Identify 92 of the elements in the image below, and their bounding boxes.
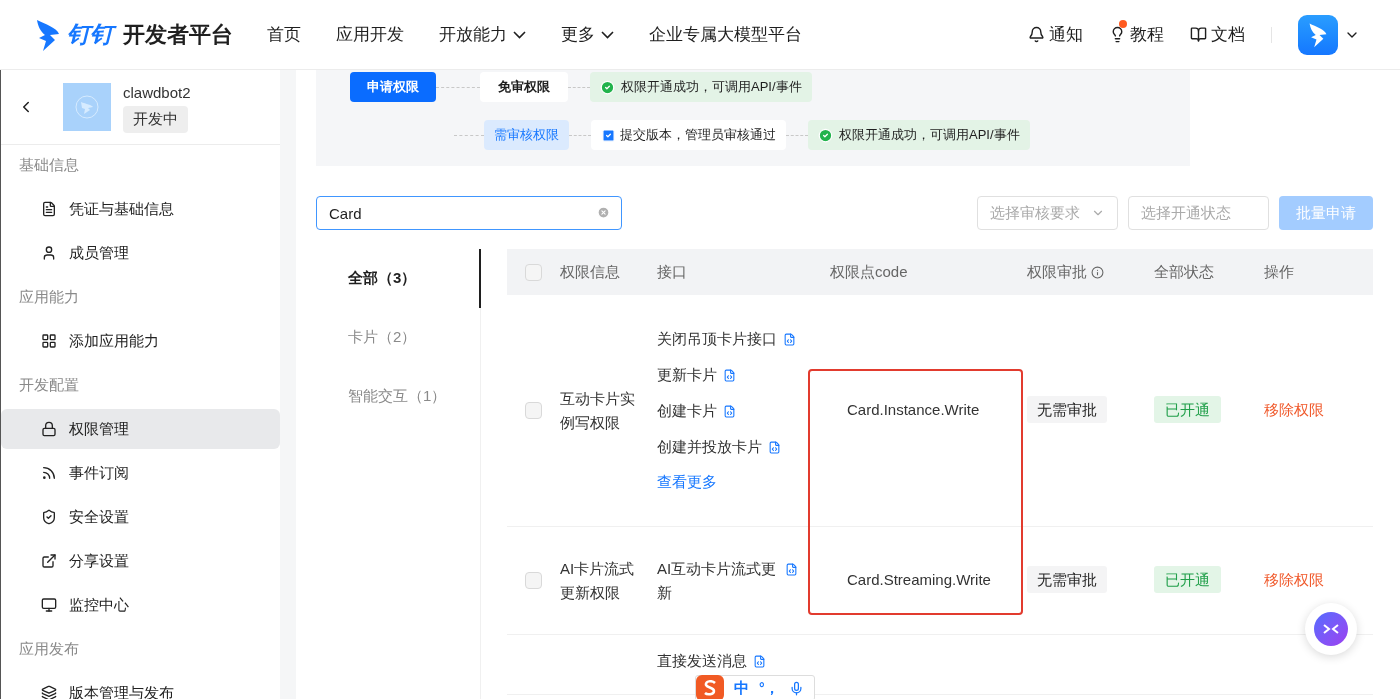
layers-icon bbox=[41, 685, 57, 699]
status-tag: 开发中 bbox=[123, 106, 188, 133]
status-tag: 已开通 bbox=[1154, 566, 1221, 594]
monitor-icon bbox=[41, 597, 57, 613]
table-cell: Card.Instance.Write bbox=[847, 401, 980, 419]
table-cell: Card.Streaming.Write bbox=[847, 571, 991, 589]
avatar bbox=[1298, 14, 1338, 55]
document-icon[interactable] bbox=[783, 333, 796, 347]
check-circle-icon bbox=[818, 127, 833, 143]
platform-title: 开发者平台 bbox=[123, 21, 233, 49]
sidebar-item[interactable]: 凭证与基础信息 bbox=[1, 189, 280, 229]
toolbar-link[interactable]: 教程 bbox=[1109, 21, 1164, 48]
api-link[interactable]: 创建卡片 bbox=[657, 399, 717, 424]
flow-step: 需审核权限 bbox=[484, 120, 569, 150]
rss-icon bbox=[41, 465, 57, 481]
sidebar-item[interactable]: 版本管理与发布 bbox=[1, 673, 280, 699]
api-link[interactable]: 关闭吊顶卡片接口 bbox=[657, 327, 777, 352]
bell-icon bbox=[1028, 26, 1045, 43]
sidebar-item[interactable]: 成员管理 bbox=[1, 233, 280, 273]
shield-icon bbox=[41, 509, 57, 525]
checklist-icon bbox=[601, 127, 616, 143]
document-icon[interactable] bbox=[785, 562, 798, 576]
clear-icon[interactable] bbox=[597, 206, 610, 219]
status-tag: 已开通 bbox=[1154, 396, 1221, 424]
user-icon bbox=[41, 245, 57, 261]
nav-link[interactable]: 应用开发 bbox=[336, 21, 404, 48]
app-icon bbox=[63, 83, 111, 131]
api-link[interactable]: AI互动卡片流式更新 bbox=[657, 556, 779, 605]
section-title: 应用发布 bbox=[18, 639, 80, 659]
sidebar-item[interactable]: 安全设置 bbox=[1, 497, 280, 537]
nav-link[interactable]: 开放能力 bbox=[439, 21, 526, 48]
apply-step: 申请权限 bbox=[350, 72, 436, 102]
sidebar-item[interactable]: 分享设置 bbox=[1, 541, 280, 581]
section-title: 应用能力 bbox=[18, 287, 80, 307]
check-circle-icon bbox=[600, 79, 615, 95]
checkbox[interactable] bbox=[525, 572, 542, 589]
success-step: 权限开通成功，可调用API/事件 bbox=[590, 72, 812, 102]
share-icon bbox=[41, 553, 57, 569]
section-title: 开发配置 bbox=[18, 375, 80, 395]
column-header: 权限信息 bbox=[560, 261, 620, 282]
sidebar-item[interactable]: 监控中心 bbox=[1, 585, 280, 625]
column-header: 权限点code bbox=[830, 261, 908, 282]
lock-icon bbox=[41, 421, 57, 437]
remove-permission-link[interactable]: 移除权限 bbox=[1264, 401, 1324, 419]
category-tab[interactable]: 智能交互（1） bbox=[316, 367, 480, 426]
assistant-button[interactable] bbox=[1305, 603, 1357, 655]
column-header: 接口 bbox=[657, 261, 687, 282]
see-more-link[interactable]: 查看更多 bbox=[657, 471, 826, 494]
api-link[interactable]: 直接发送消息 bbox=[657, 649, 747, 673]
nav-link[interactable]: 首页 bbox=[267, 21, 301, 48]
sidebar-item[interactable]: 权限管理 bbox=[1, 409, 280, 449]
checkbox[interactable] bbox=[525, 402, 542, 419]
table-cell: 互动卡片实例写权限 bbox=[560, 389, 635, 431]
grid-icon bbox=[41, 333, 57, 349]
api-link[interactable]: 创建并投放卡片 bbox=[657, 435, 762, 460]
sidebar-item[interactable]: 添加应用能力 bbox=[1, 321, 280, 361]
checkbox[interactable] bbox=[525, 263, 542, 281]
ime-punctuation[interactable]: °， bbox=[759, 677, 779, 699]
logo-icon bbox=[35, 17, 61, 52]
column-header: 全部状态 bbox=[1154, 261, 1214, 282]
toolbar-link[interactable]: 文档 bbox=[1190, 21, 1245, 48]
nav-link[interactable]: 更多 bbox=[561, 21, 614, 48]
flow-step: 免审权限 bbox=[480, 72, 568, 102]
book-icon bbox=[1190, 26, 1207, 43]
column-header: 操作 bbox=[1264, 261, 1294, 282]
column-header: 权限审批 bbox=[1027, 261, 1087, 282]
document-icon[interactable] bbox=[723, 369, 736, 383]
approval-tag: 无需审批 bbox=[1027, 566, 1107, 594]
document-icon bbox=[41, 201, 57, 217]
toolbar-link[interactable]: 通知 bbox=[1028, 21, 1083, 48]
table-cell: AI卡片流式更新权限 bbox=[560, 559, 635, 601]
category-tab[interactable]: 全部（3） bbox=[316, 249, 481, 308]
chevron-down-icon bbox=[601, 30, 614, 39]
sidebar-item[interactable]: 事件订阅 bbox=[1, 453, 280, 493]
api-link[interactable]: 更新卡片 bbox=[657, 363, 717, 388]
document-icon[interactable] bbox=[753, 655, 766, 668]
category-tab[interactable]: 卡片（2） bbox=[316, 308, 480, 367]
success-step: 权限开通成功，可调用API/事件 bbox=[808, 120, 1030, 150]
nav-link[interactable]: 企业专属大模型平台 bbox=[649, 21, 802, 48]
info-icon bbox=[1091, 265, 1104, 279]
chevron-down-icon bbox=[513, 30, 526, 39]
flow-step: 提交版本，管理员审核通过 bbox=[591, 120, 786, 150]
microphone-icon[interactable] bbox=[788, 680, 804, 696]
app-name: clawdbot2 bbox=[123, 82, 191, 103]
document-icon[interactable] bbox=[723, 405, 736, 419]
approval-tag: 无需审批 bbox=[1027, 396, 1107, 424]
search-field[interactable]: Card bbox=[316, 196, 622, 230]
assistant-icon bbox=[1314, 612, 1348, 646]
ime-mode[interactable]: 中 bbox=[734, 676, 749, 699]
remove-permission-link[interactable]: 移除权限 bbox=[1264, 571, 1324, 589]
section-title: 基础信息 bbox=[18, 155, 80, 175]
document-icon[interactable] bbox=[768, 441, 781, 455]
